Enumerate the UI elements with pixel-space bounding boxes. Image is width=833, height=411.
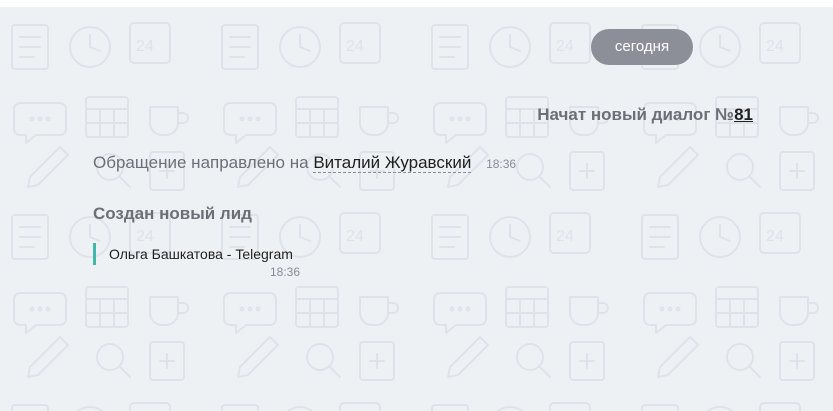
lead-card-link[interactable]: Ольга Башкатова - Telegram [93, 243, 305, 265]
agent-name-link[interactable]: Виталий Журавский [313, 153, 472, 173]
lead-label: Ольга Башкатова - Telegram [109, 246, 293, 262]
new-dialog-text: Начат новый диалог № [537, 105, 735, 124]
lead-timestamp: 18:36 [270, 265, 301, 279]
date-separator-label: сегодня [614, 38, 670, 55]
routing-timestamp: 18:36 [486, 157, 517, 171]
routing-notice: Обращение направлено на Виталий Журавски… [93, 153, 516, 173]
lead-created-title: Создан новый лид [93, 204, 252, 223]
routing-text: Обращение направлено на [93, 153, 309, 172]
new-dialog-notice: Начат новый диалог №81 [537, 105, 753, 125]
date-separator-badge: сегодня [591, 29, 693, 65]
dialog-number-link[interactable]: 81 [734, 105, 753, 124]
chat-area: 24 [0, 7, 833, 411]
